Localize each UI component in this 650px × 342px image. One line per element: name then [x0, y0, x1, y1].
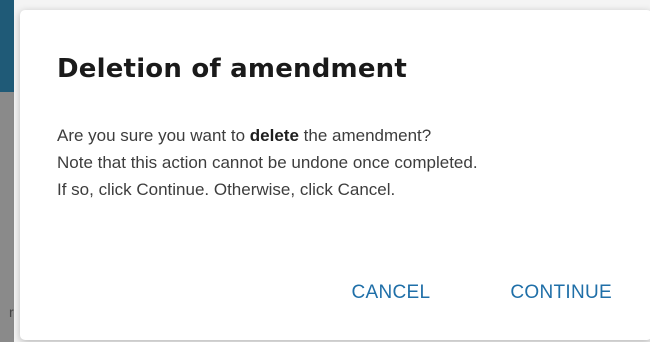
- dialog-message-line-1: Are you sure you want to delete the amen…: [57, 122, 637, 149]
- message-suffix: the amendment?: [298, 126, 432, 145]
- dialog-message-line-3: If so, click Continue. Otherwise, click …: [57, 180, 396, 199]
- message-emphasis: delete: [249, 126, 299, 145]
- continue-button[interactable]: CONTINUE: [510, 282, 612, 304]
- delete-amendment-dialog: Deletion of amendment Are you sure you w…: [20, 10, 650, 340]
- dialog-message-line-2: Note that this action cannot be undone o…: [57, 153, 478, 172]
- background-header-strip: [0, 0, 14, 92]
- dialog-actions: CANCEL CONTINUE: [351, 282, 612, 304]
- dialog-title: Deletion of amendment: [57, 54, 408, 84]
- message-prefix: Are you sure you want to: [57, 126, 250, 145]
- background-partial-text: r: [9, 304, 14, 320]
- cancel-button[interactable]: CANCEL: [351, 282, 430, 304]
- dialog-message: Are you sure you want to delete the amen…: [57, 122, 637, 203]
